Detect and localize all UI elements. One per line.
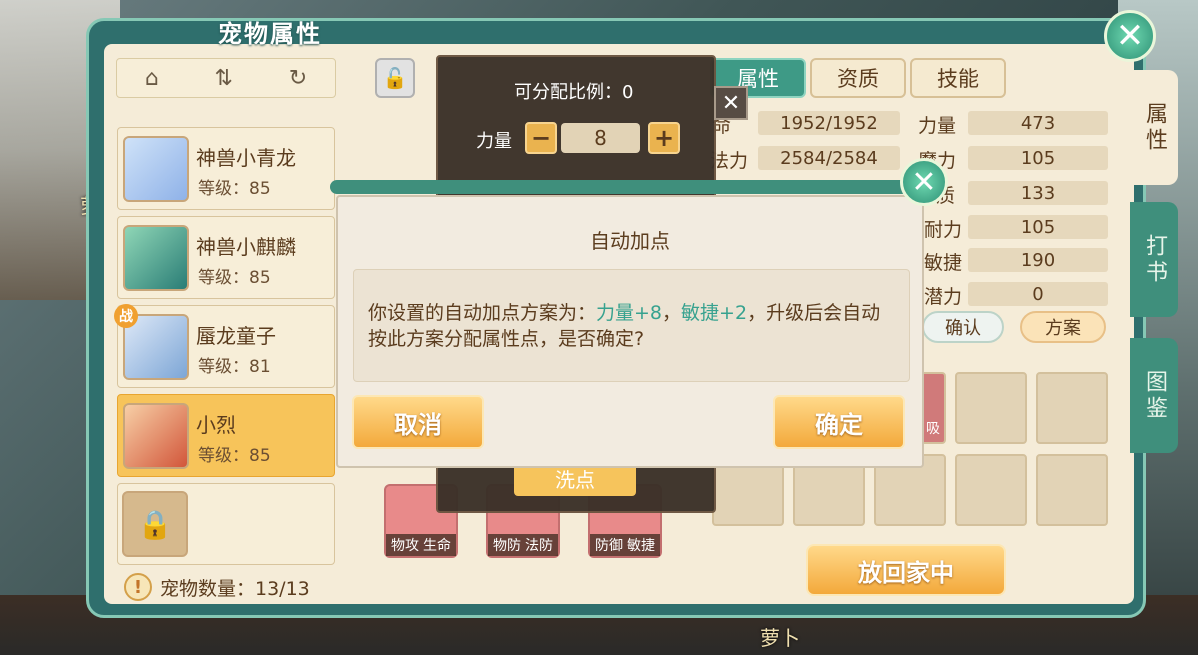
pet-card-selected[interactable]: 小烈 等级：85 [117,394,335,477]
close-icon: ✕ [1115,16,1145,56]
stat-label: 敏捷 [924,252,963,274]
modal-header-bar [330,180,920,194]
battle-badge: 战 [114,304,138,328]
stat-value-hp: 1952/1952 [758,111,900,135]
skill-slot[interactable] [955,372,1027,444]
home-icon[interactable]: ⌂ [145,66,159,91]
pet-name: 神兽小麒麟 [196,235,296,259]
pet-name: 蜃龙童子 [196,324,276,348]
dialog-message: 你设置的自动加点方案为：力量+8，敏捷+2，升级后会自动按此方案分配属性点，是否… [368,302,881,350]
stat-value: 133 [968,181,1108,205]
dialog-message-box: 你设置的自动加点方案为：力量+8，敏捷+2，升级后会自动按此方案分配属性点，是否… [353,269,910,382]
skill-slot[interactable] [1036,372,1108,444]
window-title: 宠物属性 [218,20,322,48]
tab-aptitude[interactable]: 资质 [810,58,906,98]
background-label-bottom: 萝卜 [760,626,800,650]
cancel-button[interactable]: 取消 [352,395,484,449]
pet-card[interactable]: 神兽小青龙 等级：85 [117,127,335,210]
pet-name: 神兽小青龙 [196,146,296,170]
close-panel-button[interactable]: ✕ [1104,10,1156,62]
equip-stat: 物防 [493,538,521,554]
side-tab-attributes[interactable]: 属性 [1130,70,1178,185]
stat-value: 0 [968,282,1108,306]
stat-label: 潜力 [924,286,963,308]
pet-level: 等级：85 [198,446,271,466]
skill-slot-label: 吸 [926,421,940,437]
equip-stat: 生命 [423,538,451,554]
stat-value: 190 [968,248,1108,272]
confirm-small-button[interactable]: 确认 [922,311,1004,343]
sort-icon[interactable]: ⇅ [215,66,233,91]
tab-skills[interactable]: 技能 [910,58,1006,98]
pet-card[interactable]: 战 蜃龙童子 等级：81 [114,304,335,388]
stat-label: 耐力 [924,219,963,241]
stat-value: 473 [968,111,1108,135]
return-home-button[interactable]: 放回家中 [806,544,1006,596]
side-tab-handbook[interactable]: 图鉴 [1130,338,1178,453]
dialog-close-button[interactable]: ✕ [900,158,948,206]
unlock-button[interactable]: 🔓 [375,58,415,98]
skill-slot[interactable] [955,454,1027,526]
refresh-icon[interactable]: ↻ [289,66,307,91]
scheme-button[interactable]: 方案 [1020,311,1106,343]
pet-card[interactable]: 神兽小麒麟 等级：85 [117,216,335,299]
pet-count: ! 宠物数量：13/13 [124,573,310,601]
allocation-value[interactable]: 8 [561,123,640,153]
side-tab-skill-book[interactable]: 打书 [1130,202,1178,317]
stat-value-mp: 2584/2584 [758,146,900,170]
dialog-title: 自动加点 [590,229,670,253]
equip-stat: 敏捷 [627,538,655,554]
lock-icon: 🔒 [122,491,188,557]
equip-stat: 防御 [595,538,623,554]
allocation-close-button[interactable]: ✕ [714,86,748,120]
pet-avatar [123,136,189,202]
pet-count-text: 宠物数量：13/13 [160,577,310,600]
warning-icon: ! [124,573,152,601]
stat-label: 力量 [918,115,957,137]
stat-value: 105 [968,146,1108,170]
allocation-stat-label: 力量 [476,131,512,152]
pet-avatar [123,403,189,469]
pet-level: 等级：85 [198,268,271,288]
pet-name: 小烈 [196,413,236,437]
increment-button[interactable]: + [648,122,680,154]
auto-allocate-dialog: 自动加点 你设置的自动加点方案为：力量+8，敏捷+2，升级后会自动按此方案分配属… [336,195,924,468]
stat-value: 105 [968,215,1108,239]
ok-button[interactable]: 确定 [773,395,905,449]
close-icon: ✕ [911,164,937,200]
equip-stat: 法防 [525,538,553,554]
equip-stat: 物攻 [391,538,419,554]
pet-level: 等级：85 [198,179,271,199]
allocation-ratio: 可分配比例：0 [514,82,634,103]
pet-level: 等级：81 [198,357,271,377]
skill-slot[interactable] [1036,454,1108,526]
decrement-button[interactable]: − [525,122,557,154]
pet-avatar [123,225,189,291]
pet-list-toolbar: ⌂ ⇅ ↻ [116,58,336,98]
unlock-icon: 🔓 [382,66,408,90]
